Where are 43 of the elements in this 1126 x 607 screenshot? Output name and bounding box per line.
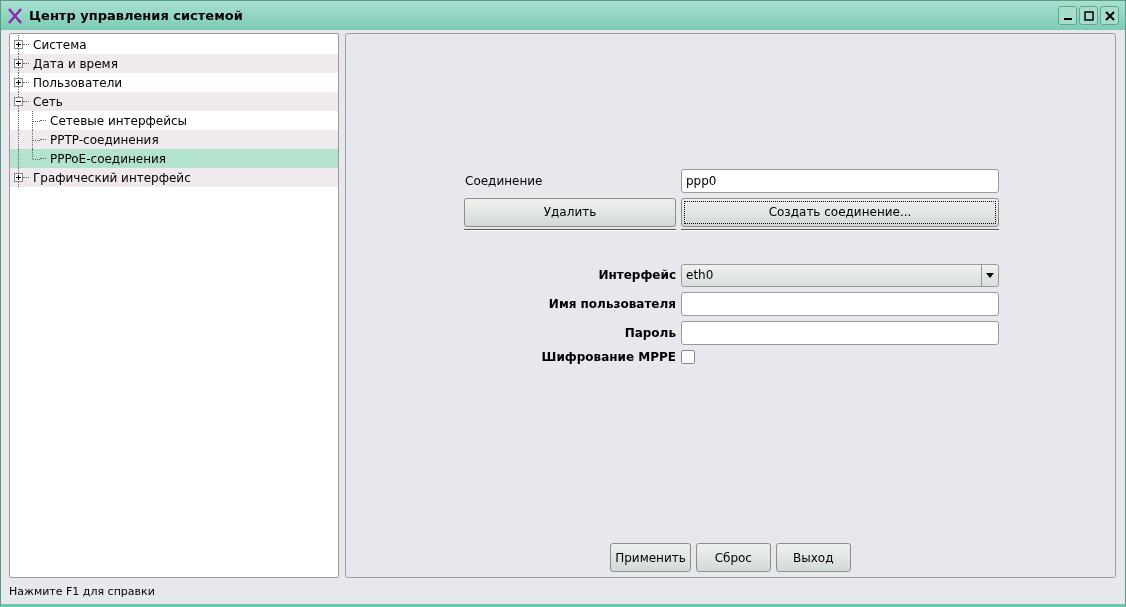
dropdown-arrow-icon	[986, 272, 994, 278]
tree-item-label: Сеть	[33, 94, 63, 109]
tree-item-label: Пользователи	[33, 75, 123, 90]
tree-item-label: PPTP-соединения	[50, 132, 159, 147]
maximize-button[interactable]	[1079, 6, 1098, 25]
field-label: Имя пользователя	[547, 296, 676, 311]
field-label: Пароль	[623, 325, 676, 340]
tree-item-label: PPPoE-соединения	[50, 151, 167, 166]
dialog-button[interactable]: Сброс	[695, 543, 771, 572]
minimize-button[interactable]	[1058, 6, 1077, 25]
maximize-icon	[1083, 10, 1094, 21]
expand-icon[interactable]	[14, 173, 23, 182]
password-field[interactable]	[681, 320, 999, 345]
tree-item[interactable]: PPPoE-соединения	[10, 149, 338, 168]
tree-item[interactable]: PPTP-соединения	[10, 130, 338, 149]
username-field[interactable]	[681, 291, 999, 316]
close-icon	[1104, 10, 1115, 21]
interface-dropdown[interactable]: eth0	[681, 263, 999, 287]
minimize-icon	[1063, 18, 1072, 20]
dialog-button[interactable]: Применить	[610, 543, 691, 572]
status-bar-text: Нажмите F1 для справки	[9, 583, 156, 600]
field-label: Шифрование MPPE	[540, 349, 676, 364]
tree-item-label: Сетевые интерфейсы	[50, 113, 188, 128]
tree-item[interactable]: Графический интерфейс	[10, 168, 338, 187]
delete-button[interactable]: Удалить	[464, 197, 676, 227]
checkbox[interactable]	[681, 349, 695, 364]
dialog-button[interactable]: Выход	[775, 543, 851, 572]
tree-item[interactable]: Дата и время	[10, 54, 338, 73]
create-connection-button[interactable]: Создать соединение...	[681, 197, 999, 227]
tree-item-label: Система	[33, 37, 87, 52]
x-logo-icon	[7, 7, 23, 24]
field-label: Соединение	[464, 173, 544, 188]
tree-item[interactable]: Сеть	[10, 92, 338, 111]
field-label: Интерфейс	[597, 268, 676, 282]
expand-icon[interactable]	[14, 40, 23, 49]
connection-field[interactable]: ppp0	[681, 168, 999, 193]
window-title: Центр управления системой	[29, 8, 244, 23]
tree-item-label: Дата и время	[33, 56, 118, 71]
collapse-icon[interactable]	[14, 97, 23, 106]
expand-icon[interactable]	[14, 78, 23, 87]
tree-item-label: Графический интерфейс	[33, 170, 191, 185]
close-button[interactable]	[1100, 6, 1119, 25]
expand-icon[interactable]	[14, 59, 23, 68]
